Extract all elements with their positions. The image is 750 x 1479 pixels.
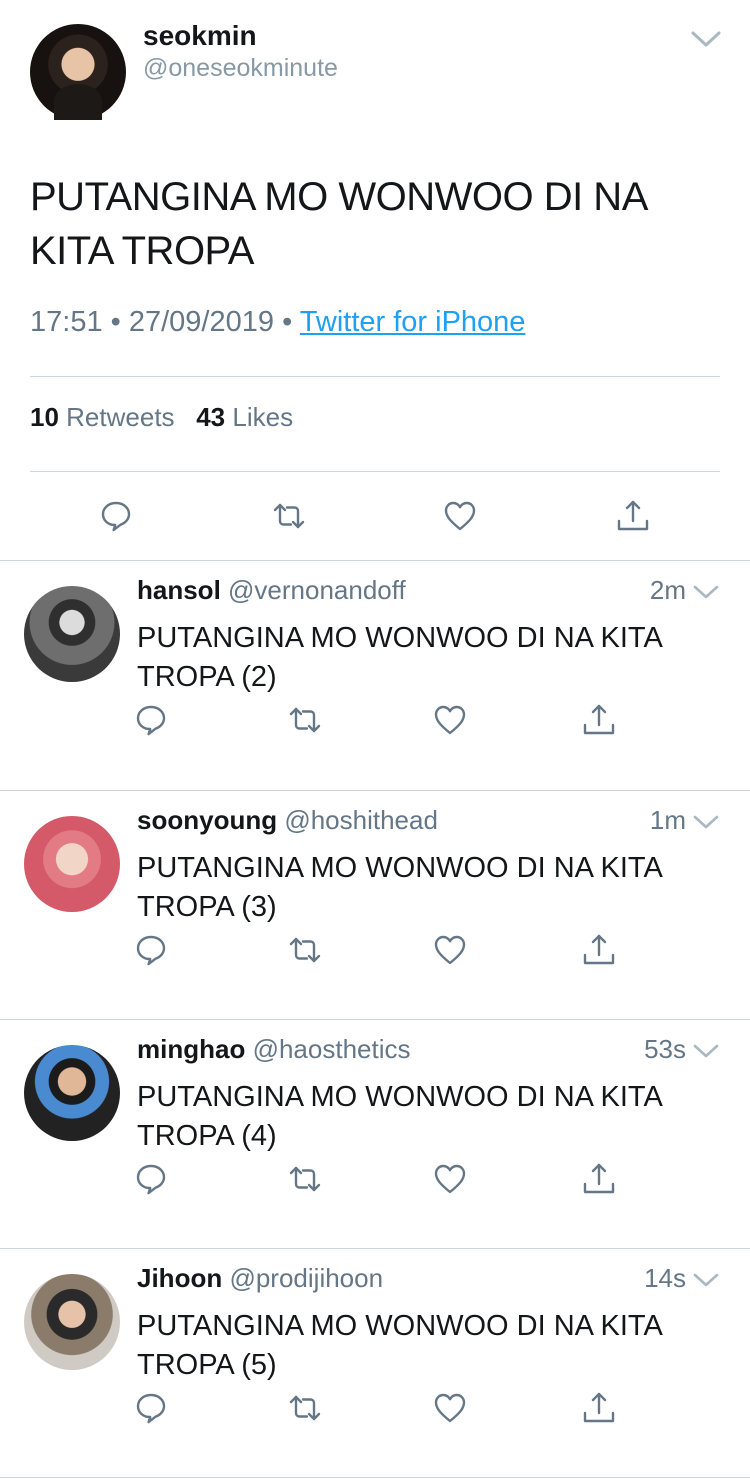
tweet-date: 27/09/2019 [128,306,275,338]
reply-time: 1m [649,805,686,835]
reply-text: PUTANGINA MO WONWOO DI NA KITA TROPA (2) [137,622,662,693]
likes-label: Likes [232,402,294,432]
tweet-actions [0,497,750,537]
divider [30,471,720,472]
reply-time: 14s [644,1263,686,1293]
likes-count: 43 [196,402,226,432]
chevron-down-icon[interactable] [692,813,720,831]
reply-tweet[interactable]: soonyoung @hoshithead 1m PUTANGINA MO WO… [0,791,750,1020]
reply-header: minghao @haosthetics [137,1034,411,1065]
reply-author-handle[interactable]: @prodijihoon [229,1263,383,1293]
reply-header: hansol @vernonandoff [137,575,406,606]
retweet-icon[interactable] [272,499,306,533]
author-handle[interactable]: @oneseokminute [143,54,338,83]
heart-icon[interactable] [433,703,467,737]
share-icon[interactable] [582,703,616,737]
tweet-time: 17:51 [30,306,103,338]
reply-author-handle[interactable]: @haosthetics [253,1034,411,1064]
reply-text: PUTANGINA MO WONWOO DI NA KITA TROPA (5) [137,1310,662,1381]
retweets-stat[interactable]: 10 Retweets [30,402,175,432]
share-icon[interactable] [582,1391,616,1425]
avatar[interactable] [24,816,120,912]
reply-actions [0,703,750,739]
reply-icon[interactable] [134,703,168,737]
avatar[interactable] [24,1274,120,1370]
retweets-label: Retweets [66,402,175,432]
retweet-icon[interactable] [288,703,322,737]
reply-tweet[interactable]: hansol @vernonandoff 2m PUTANGINA MO WON… [0,561,750,790]
share-icon[interactable] [582,1162,616,1196]
reply-author-handle[interactable]: @hoshithead [284,805,438,835]
retweet-icon[interactable] [288,1391,322,1425]
chevron-down-icon[interactable] [690,28,722,50]
divider [0,1477,750,1478]
reply-icon[interactable] [134,933,168,967]
share-icon[interactable] [582,933,616,967]
retweet-icon[interactable] [288,933,322,967]
reply-time: 53s [644,1034,686,1064]
reply-author-name[interactable]: minghao [137,1034,245,1064]
likes-stat[interactable]: 43 Likes [196,402,293,432]
tweet-meta: 17:51 • 27/09/2019 • Twitter for iPhone [30,306,525,339]
reply-header: soonyoung @hoshithead [137,805,438,836]
reply-icon[interactable] [134,1391,168,1425]
tweet-text: PUTANGINA MO WONWOO DI NA KITA TROPA [30,175,646,273]
chevron-down-icon[interactable] [692,1042,720,1060]
reply-author-name[interactable]: Jihoon [137,1263,222,1293]
main-tweet: seokmin @oneseokminute PUTANGINA MO WONW… [0,0,750,560]
avatar[interactable] [24,586,120,682]
avatar[interactable] [30,24,126,120]
heart-icon[interactable] [433,1391,467,1425]
heart-icon[interactable] [433,933,467,967]
retweet-icon[interactable] [288,1162,322,1196]
divider [30,376,720,377]
reply-tweet[interactable]: minghao @haosthetics 53s PUTANGINA MO WO… [0,1020,750,1249]
reply-tweet[interactable]: Jihoon @prodijihoon 14s PUTANGINA MO WON… [0,1249,750,1478]
chevron-down-icon[interactable] [692,1271,720,1289]
author-name[interactable]: seokmin [143,20,257,52]
retweets-count: 10 [30,402,59,432]
reply-author-name[interactable]: soonyoung [137,805,277,835]
share-icon[interactable] [616,499,650,533]
avatar[interactable] [24,1045,120,1141]
reply-author-handle[interactable]: @vernonandoff [228,575,406,605]
heart-icon[interactable] [443,499,477,533]
reply-time: 2m [649,575,686,605]
tweet-source-link[interactable]: Twitter for iPhone [300,306,526,338]
reply-text: PUTANGINA MO WONWOO DI NA KITA TROPA (3) [137,852,662,923]
reply-text: PUTANGINA MO WONWOO DI NA KITA TROPA (4) [137,1081,662,1152]
reply-actions [0,933,750,969]
reply-actions [0,1391,750,1427]
meta-separator: • [110,306,121,338]
tweet-stats: 10 Retweets 43 Likes [30,402,293,433]
chevron-down-icon[interactable] [692,583,720,601]
reply-header: Jihoon @prodijihoon [137,1263,383,1294]
meta-separator: • [282,306,293,338]
reply-icon[interactable] [134,1162,168,1196]
reply-author-name[interactable]: hansol [137,575,221,605]
reply-actions [0,1162,750,1198]
reply-icon[interactable] [99,499,133,533]
heart-icon[interactable] [433,1162,467,1196]
